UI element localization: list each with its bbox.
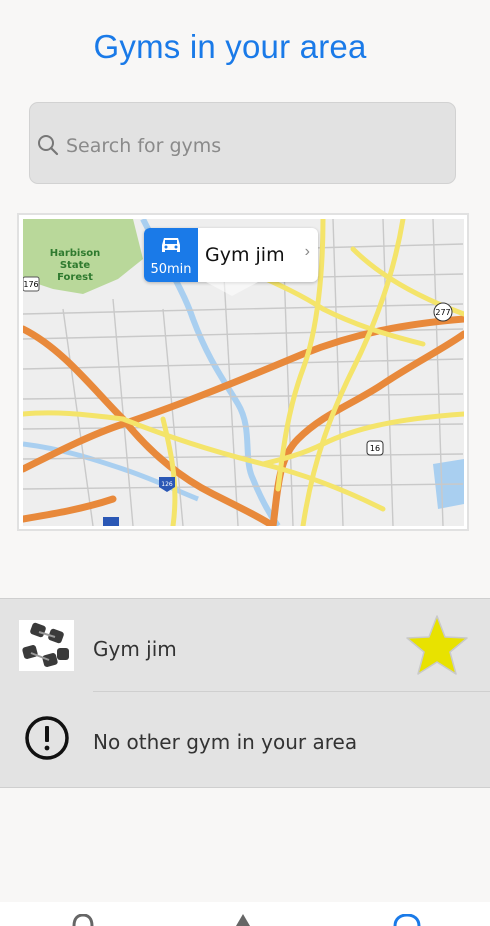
chevron-right-icon: › [304,243,310,260]
star-icon[interactable] [405,614,469,678]
search-icon [38,135,59,156]
forest-label-3: Forest [57,272,93,283]
gym-name: Gym jim [93,637,177,661]
alert-icon [25,716,69,760]
gym-list: Gym jim No other gym in your area [0,598,490,788]
svg-text:277: 277 [435,308,450,317]
callout-pointer [206,282,258,296]
no-gym-message: No other gym in your area [93,730,358,754]
forest-label-1: Harbison [50,248,101,259]
bottom-tab-bar [0,902,490,926]
map-frame: 176 277 16 126 Harbison State Forest 50m… [17,213,469,531]
travel-time-badge: 50min [144,228,198,282]
list-item-message: No other gym in your area [0,692,490,784]
svg-text:126: 126 [161,481,173,488]
search-input[interactable] [64,129,448,163]
tab-location-icon[interactable] [68,914,98,926]
svg-text:16: 16 [370,444,380,453]
tab-navigate-icon[interactable] [228,914,258,926]
map-callout[interactable]: 50min Gym jim › [144,228,318,296]
map[interactable]: 176 277 16 126 Harbison State Forest 50m… [23,219,464,526]
travel-time: 50min [150,262,192,277]
list-item-gym[interactable]: Gym jim [0,599,490,691]
route-shield-176: 176 [23,280,38,289]
tab-search-icon[interactable] [392,914,422,926]
forest-label-2: State [60,260,91,271]
callout-gym-name: Gym jim [205,244,285,266]
search-bar[interactable] [29,102,456,184]
page-title: Gyms in your area [93,28,367,65]
dumbbell-thumbnail [19,620,74,671]
car-icon [162,238,180,252]
